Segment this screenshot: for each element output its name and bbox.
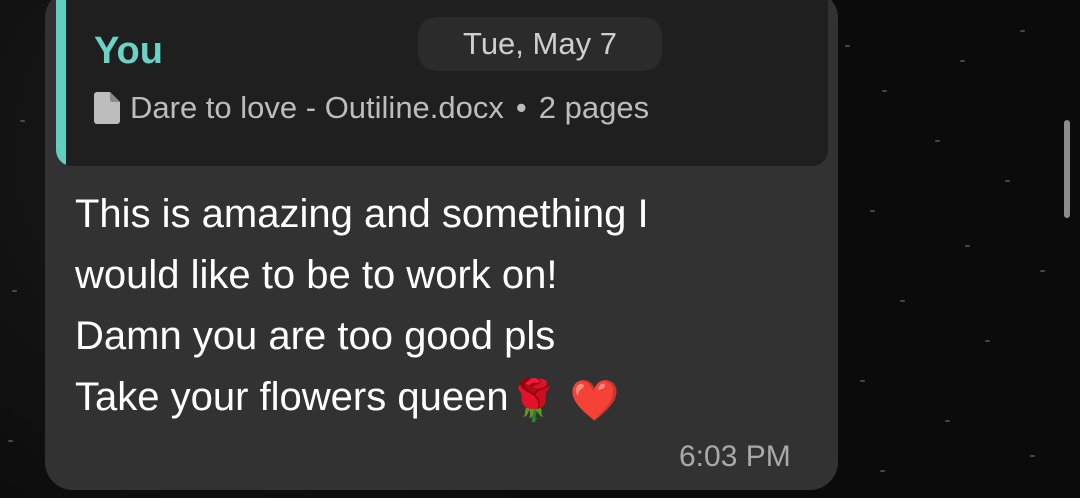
- document-icon: [94, 92, 120, 124]
- wallpaper-speck: [960, 60, 965, 62]
- wallpaper-speck: [1030, 455, 1035, 457]
- wallpaper-speck: [985, 340, 990, 342]
- message-line-text: Take your flowers queen: [75, 375, 509, 419]
- quote-author: You: [94, 30, 163, 72]
- wallpaper-speck: [935, 140, 940, 142]
- wallpaper-speck: [12, 290, 17, 292]
- message-line-last: Take your flowers queen🌹 ❤️: [75, 367, 649, 432]
- meta-separator: •: [515, 90, 527, 125]
- wallpaper-speck: [880, 470, 885, 472]
- quoted-document: Dare to love - Outiline.docx • 2 pages: [94, 90, 649, 126]
- document-pages: 2 pages: [538, 90, 650, 125]
- message-text: This is amazing and something I would li…: [75, 184, 649, 432]
- wallpaper-speck: [1040, 270, 1045, 272]
- wallpaper-speck: [882, 90, 887, 92]
- wallpaper-speck: [20, 120, 25, 122]
- wallpaper-speck: [1020, 30, 1025, 32]
- wallpaper-speck: [1005, 180, 1010, 182]
- wallpaper-speck: [945, 420, 950, 422]
- date-separator: Tue, May 7: [418, 17, 662, 71]
- wallpaper-speck: [900, 300, 905, 302]
- message-timestamp: 6:03 PM: [679, 440, 791, 473]
- message-line: Damn you are too good pls: [75, 314, 556, 358]
- scrollbar[interactable]: [1064, 120, 1070, 218]
- wallpaper-speck: [845, 45, 850, 47]
- rose-emoji: 🌹: [508, 379, 559, 423]
- message-line: would like to be to work on!: [75, 253, 558, 297]
- quote-accent-bar: [56, 0, 66, 166]
- wallpaper-speck: [870, 210, 875, 212]
- wallpaper-speck: [860, 380, 865, 382]
- document-name: Dare to love - Outiline.docx: [130, 90, 504, 125]
- message-line: This is amazing and something I: [75, 192, 649, 236]
- heart-emoji: ❤️: [569, 379, 620, 423]
- wallpaper-speck: [965, 245, 970, 247]
- date-label: Tue, May 7: [463, 26, 617, 61]
- wallpaper-speck: [8, 440, 13, 442]
